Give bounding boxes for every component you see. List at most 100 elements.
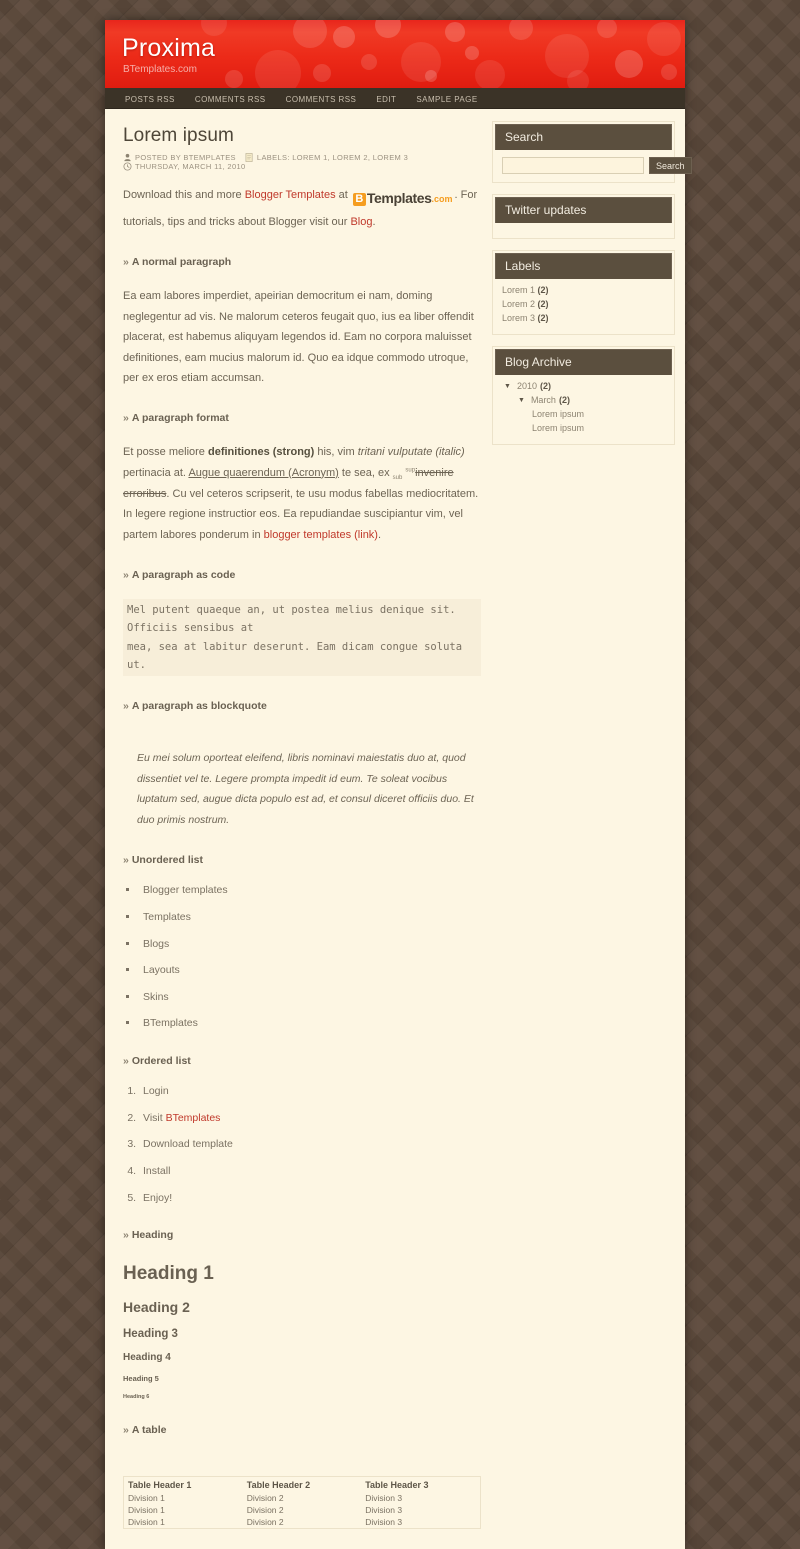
list-item-text: Enjoy! bbox=[143, 1191, 173, 1204]
site-title[interactable]: Proxima bbox=[105, 20, 685, 63]
chevron-right-icon: » bbox=[123, 1424, 129, 1437]
widget-search: Search Search bbox=[492, 121, 692, 183]
btemplates-wordmark: Templates bbox=[366, 190, 432, 207]
btemplates-list-link[interactable]: BTemplates bbox=[166, 1112, 221, 1124]
triangle-down-icon[interactable]: ▼ bbox=[504, 383, 511, 390]
list-item-text: Install bbox=[143, 1164, 171, 1177]
search-form: Search bbox=[502, 157, 692, 174]
nav-item-posts-rss[interactable]: POSTS RSS bbox=[115, 95, 185, 104]
label-link[interactable]: Lorem 2 bbox=[502, 299, 535, 309]
fmt-p7: . bbox=[377, 528, 382, 541]
ordered-list: Login Visit BTemplates Download template… bbox=[123, 1085, 481, 1205]
format-paragraph-text: Et posse meliore definitiones (strong) h… bbox=[123, 442, 481, 545]
archive-post-link[interactable]: Lorem ipsum bbox=[532, 409, 584, 419]
archive-post[interactable]: Lorem ipsum bbox=[502, 423, 665, 433]
table-cell: Division 3 bbox=[365, 1505, 403, 1516]
list-item: Login bbox=[139, 1085, 481, 1099]
table-header-cell: Table Header 3 bbox=[365, 1480, 429, 1491]
post-date-label: THURSDAY, MARCH 11, 2010 bbox=[135, 162, 246, 171]
post-author[interactable]: POSTED BY BTEMPLATES bbox=[123, 153, 236, 162]
fmt-p2: his, vim bbox=[314, 446, 358, 459]
label-link[interactable]: Lorem 3 bbox=[502, 313, 535, 323]
list-item: BTemplates bbox=[139, 1017, 481, 1031]
widget-twitter-title: Twitter updates bbox=[495, 197, 672, 223]
post-title: Lorem ipsum bbox=[123, 125, 234, 146]
fmt-p1: Et posse meliore bbox=[123, 446, 208, 459]
label-item[interactable]: Lorem 1 (2) bbox=[502, 285, 665, 295]
list-item: Templates bbox=[139, 911, 481, 925]
search-input[interactable] bbox=[502, 157, 644, 174]
fmt-italic: tritani vulputate (italic) bbox=[357, 446, 465, 459]
post-date: THURSDAY, MARCH 11, 2010 bbox=[123, 162, 246, 171]
btemplates-logo[interactable]: B Templates .com bbox=[352, 186, 453, 212]
section-a-table-label: A table bbox=[131, 1424, 167, 1437]
intro-text-4: . bbox=[372, 216, 376, 229]
table-cell: Division 2 bbox=[246, 1517, 284, 1528]
heading-1: Heading 1 bbox=[123, 1263, 214, 1285]
section-unordered-list-label: Unordered list bbox=[131, 854, 204, 867]
btemplates-com: .com bbox=[431, 193, 453, 204]
blogger-templates-link[interactable]: Blogger Templates bbox=[245, 189, 336, 201]
archive-year[interactable]: ▼ 2010 (2) bbox=[502, 381, 665, 391]
site-description: BTemplates.com bbox=[123, 64, 197, 75]
archive-post[interactable]: Lorem ipsum bbox=[502, 409, 665, 419]
archive-month-label: March bbox=[530, 395, 556, 405]
clock-icon bbox=[123, 162, 132, 171]
chevron-right-icon: » bbox=[123, 256, 129, 269]
post-labels-label: LABELS: LOREM 1, LOREM 2, LOREM 3 bbox=[256, 153, 409, 162]
section-normal-paragraph-label: A normal paragraph bbox=[131, 256, 232, 269]
label-item[interactable]: Lorem 2 (2) bbox=[502, 299, 665, 309]
heading-2: Heading 2 bbox=[123, 1299, 190, 1316]
list-item: Enjoy! bbox=[139, 1192, 481, 1206]
label-count: (2) bbox=[537, 313, 549, 323]
table-cell: Division 1 bbox=[128, 1505, 165, 1516]
chevron-right-icon: » bbox=[123, 412, 129, 425]
normal-paragraph-text: Ea eam labores imperdiet, apeirian democ… bbox=[123, 290, 474, 384]
post-labels[interactable]: LABELS: LOREM 1, LOREM 2, LOREM 3 bbox=[245, 153, 408, 162]
fmt-subscript: sub bbox=[392, 474, 403, 481]
table-header-cell: Table Header 1 bbox=[128, 1480, 192, 1491]
section-paragraph-format-label: A paragraph format bbox=[131, 412, 229, 425]
heading-4: Heading 4 bbox=[123, 1352, 171, 1364]
section-paragraph-blockquote-label: A paragraph as blockquote bbox=[131, 700, 267, 713]
table-cell: Division 1 bbox=[128, 1493, 165, 1504]
archive-year-label: 2010 bbox=[516, 381, 537, 391]
search-button[interactable]: Search bbox=[649, 157, 692, 174]
widget-blog-archive-body: ▼ 2010 (2) ▼ March (2) Lorem ipsum Lorem… bbox=[493, 375, 674, 444]
table-cell: Division 2 bbox=[246, 1493, 284, 1504]
chevron-right-icon: » bbox=[123, 568, 129, 581]
table-cell: Division 1 bbox=[128, 1517, 165, 1528]
section-ordered-list: » Ordered list bbox=[123, 1055, 481, 1067]
page-container: Proxima BTemplates.com POSTS RSS COMMENT… bbox=[105, 20, 692, 1549]
fmt-acronym: Augue quaerendum (Acronym) bbox=[188, 466, 339, 479]
table-row: Division 1 Division 2 Division 3 bbox=[124, 1516, 481, 1529]
main-content: Lorem ipsum POSTED BY BTEMPLATES LABELS:… bbox=[115, 121, 487, 1530]
blogger-templates-inline-link[interactable]: blogger templates (link) bbox=[264, 529, 378, 541]
blog-link[interactable]: Blog bbox=[350, 216, 372, 228]
label-link[interactable]: Lorem 1 bbox=[502, 285, 535, 295]
label-count: (2) bbox=[537, 285, 549, 295]
nav-item-comments-rss-2[interactable]: COMMENTS RSS bbox=[276, 95, 367, 104]
widget-blog-archive: Blog Archive ▼ 2010 (2) ▼ March (2) Lore… bbox=[492, 346, 675, 445]
section-paragraph-format: » A paragraph format bbox=[123, 412, 481, 424]
chevron-right-icon: » bbox=[123, 700, 129, 713]
widget-labels: Labels Lorem 1 (2) Lorem 2 (2) Lorem 3 (… bbox=[492, 250, 675, 335]
archive-month-count: (2) bbox=[558, 395, 570, 405]
label-item[interactable]: Lorem 3 (2) bbox=[502, 313, 665, 323]
label-count: (2) bbox=[537, 299, 549, 309]
nav-item-edit[interactable]: EDIT bbox=[366, 95, 406, 104]
archive-post-link[interactable]: Lorem ipsum bbox=[532, 423, 584, 433]
nav-item-sample-page[interactable]: SAMPLE PAGE bbox=[406, 95, 487, 104]
nav-item-comments-rss-1[interactable]: COMMENTS RSS bbox=[185, 95, 276, 104]
intro-text-1: Download this and more bbox=[123, 189, 245, 201]
table-header-cell: Table Header 2 bbox=[246, 1480, 311, 1491]
unordered-list: Blogger templates Templates Blogs Layout… bbox=[123, 884, 481, 1031]
post-meta: POSTED BY BTEMPLATES LABELS: LOREM 1, LO… bbox=[123, 153, 481, 171]
table-row: Division 1 Division 2 Division 3 bbox=[124, 1492, 481, 1504]
triangle-down-icon[interactable]: ▼ bbox=[518, 397, 525, 404]
list-item-text: Download template bbox=[143, 1138, 233, 1151]
widget-search-title: Search bbox=[495, 124, 672, 150]
archive-month[interactable]: ▼ March (2) bbox=[502, 395, 665, 405]
section-ordered-list-label: Ordered list bbox=[131, 1055, 191, 1068]
intro-text-2: at bbox=[335, 189, 351, 201]
